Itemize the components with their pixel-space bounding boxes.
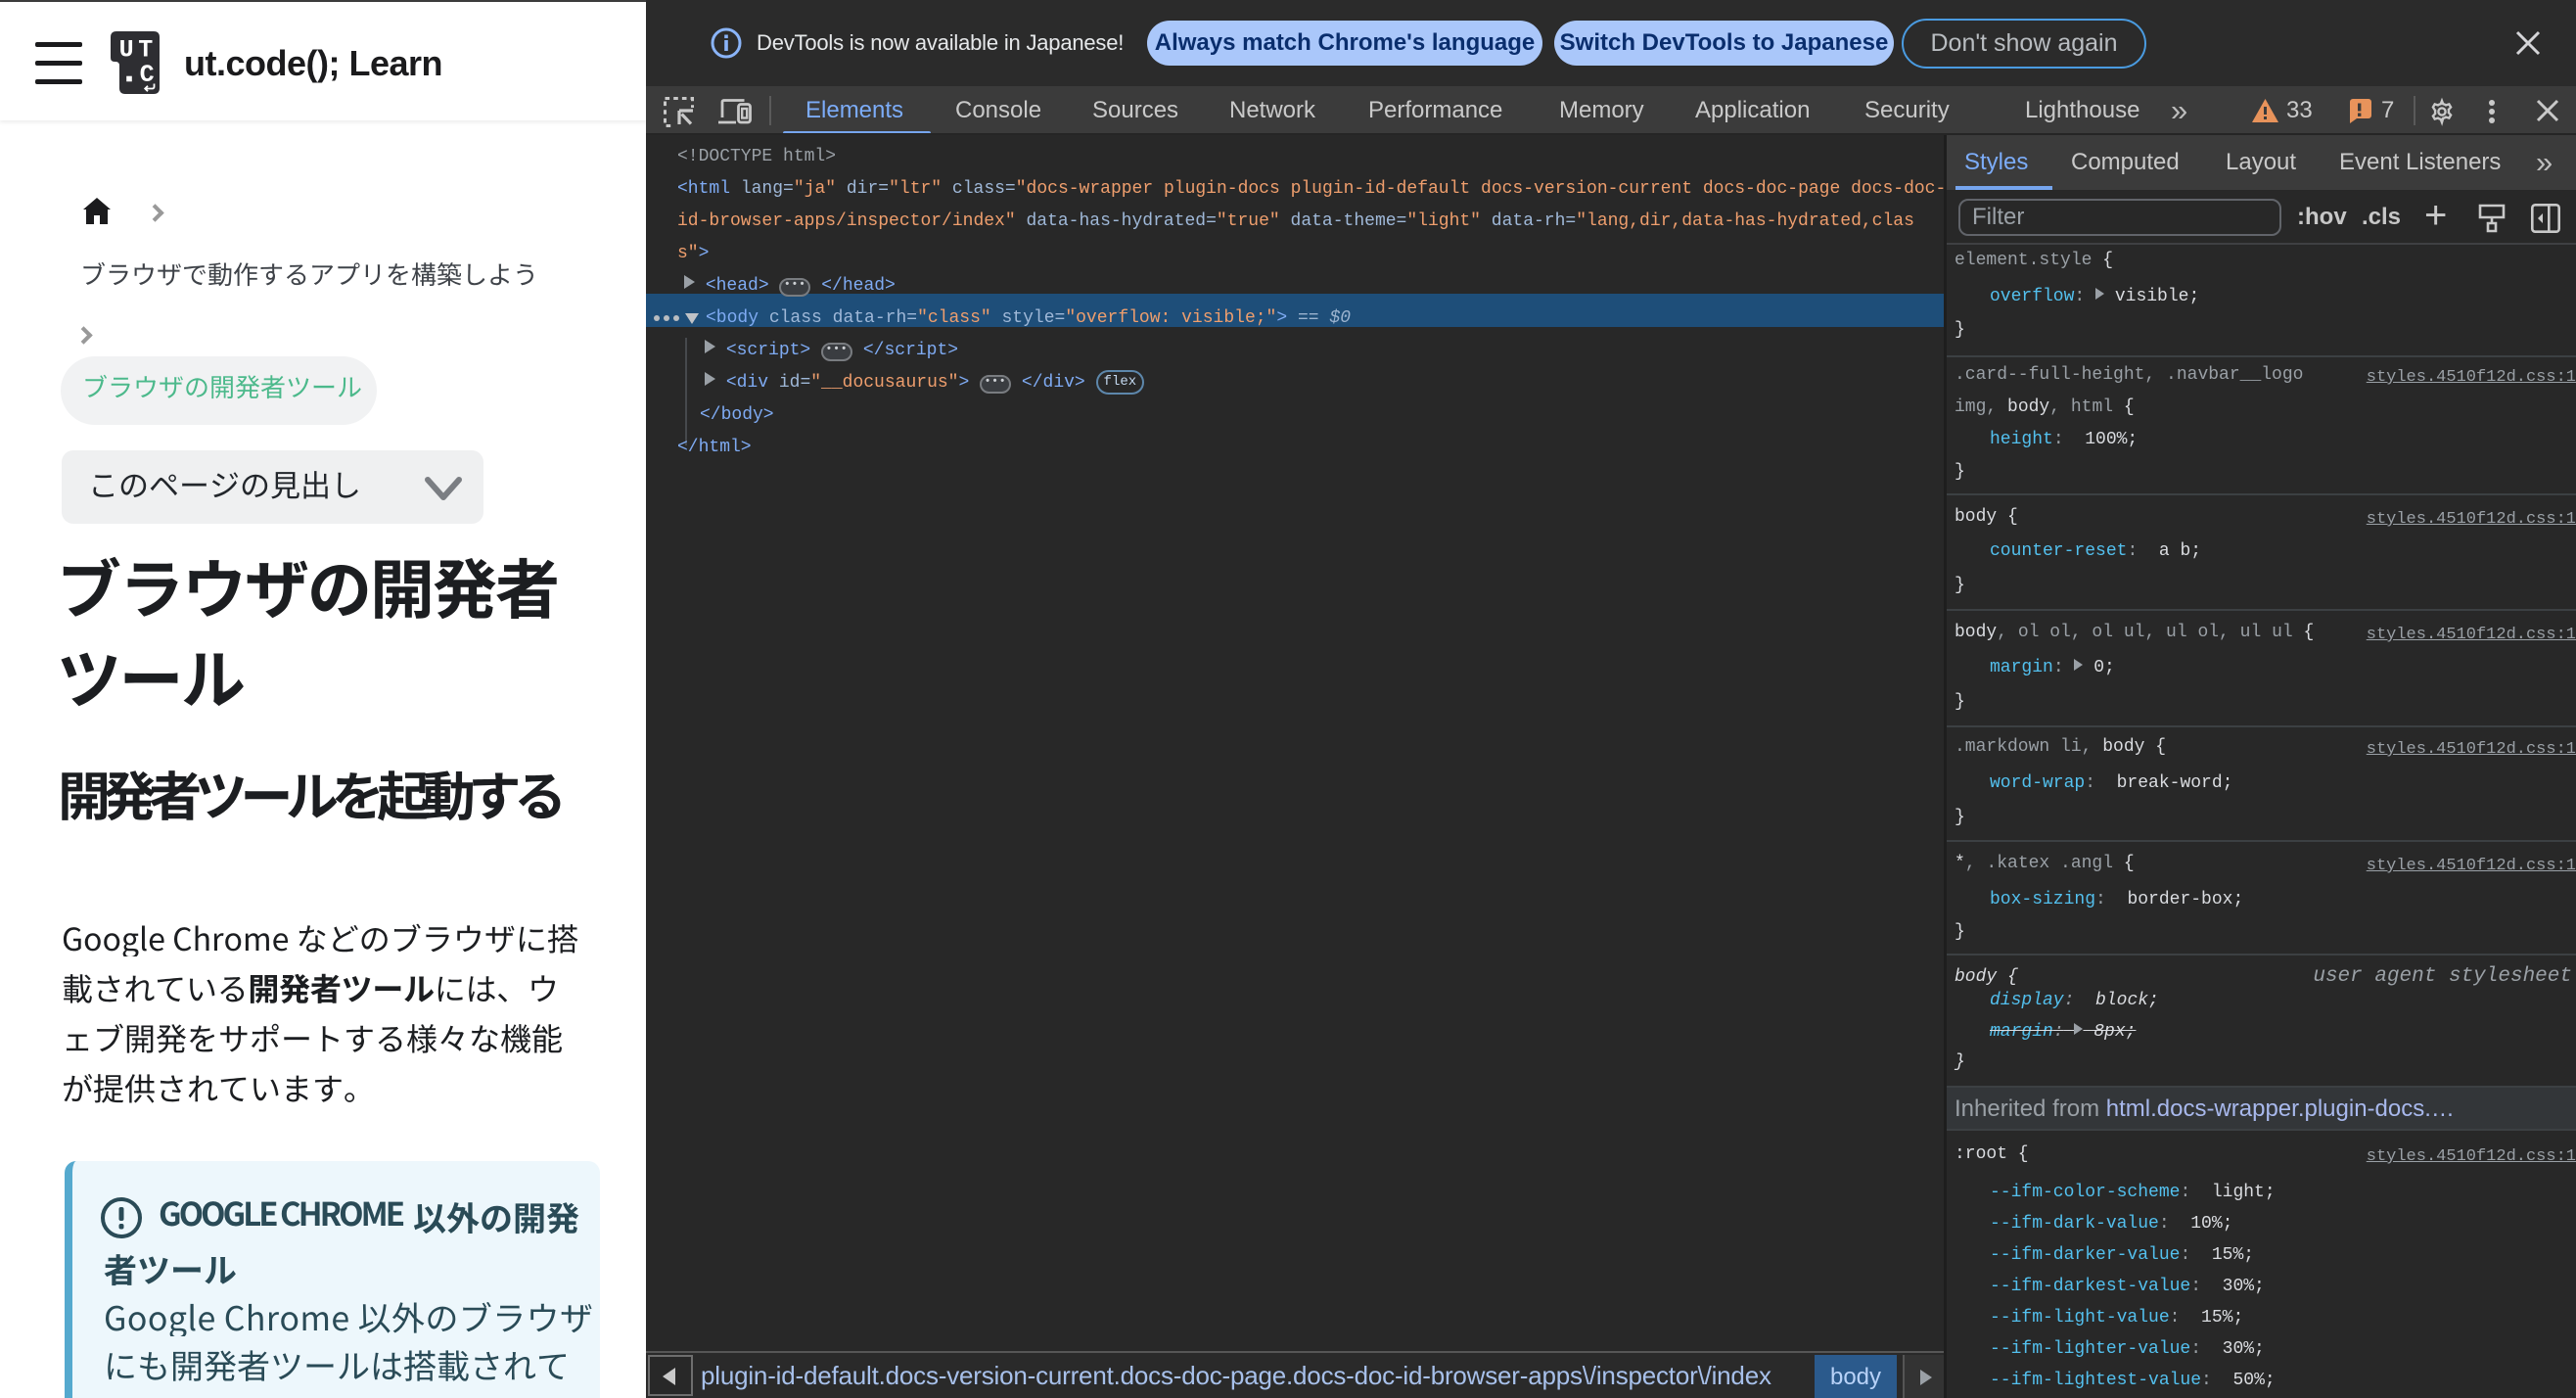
svg-text:C: C bbox=[140, 61, 155, 89]
